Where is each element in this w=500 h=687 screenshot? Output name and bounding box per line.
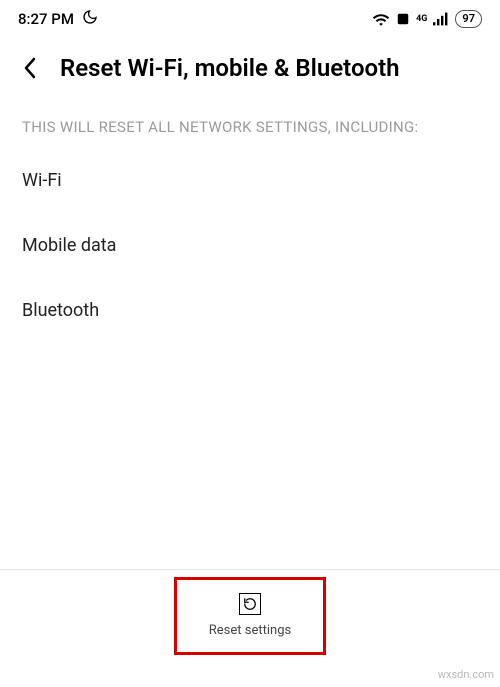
sim-icon xyxy=(396,12,410,26)
reset-settings-button[interactable]: Reset settings xyxy=(174,577,326,655)
status-left: 8:27 PM xyxy=(18,9,98,29)
section-subtitle: THIS WILL RESET ALL NETWORK SETTINGS, IN… xyxy=(0,100,500,148)
dnd-moon-icon xyxy=(82,9,98,29)
signal-icon xyxy=(433,12,449,26)
reset-items-list: Wi-Fi Mobile data Bluetooth xyxy=(0,148,500,343)
list-item: Wi-Fi xyxy=(22,148,478,213)
list-item: Bluetooth xyxy=(22,278,478,343)
wifi-icon xyxy=(372,12,390,26)
bottom-bar: Reset settings xyxy=(0,569,500,661)
battery-indicator: 97 xyxy=(455,10,482,28)
status-time: 8:27 PM xyxy=(18,10,74,28)
watermark: wxsdn.com xyxy=(438,668,494,681)
page-header: Reset Wi-Fi, mobile & Bluetooth xyxy=(0,34,500,100)
status-bar: 8:27 PM 4G 97 xyxy=(0,0,500,34)
reset-icon xyxy=(239,593,261,615)
list-item: Mobile data xyxy=(22,213,478,278)
back-chevron-icon xyxy=(23,57,37,79)
network-4g-icon: 4G xyxy=(416,15,427,24)
status-right: 4G 97 xyxy=(372,10,482,28)
back-button[interactable] xyxy=(18,56,42,80)
reset-button-label: Reset settings xyxy=(209,623,291,638)
page-title: Reset Wi-Fi, mobile & Bluetooth xyxy=(60,54,400,82)
